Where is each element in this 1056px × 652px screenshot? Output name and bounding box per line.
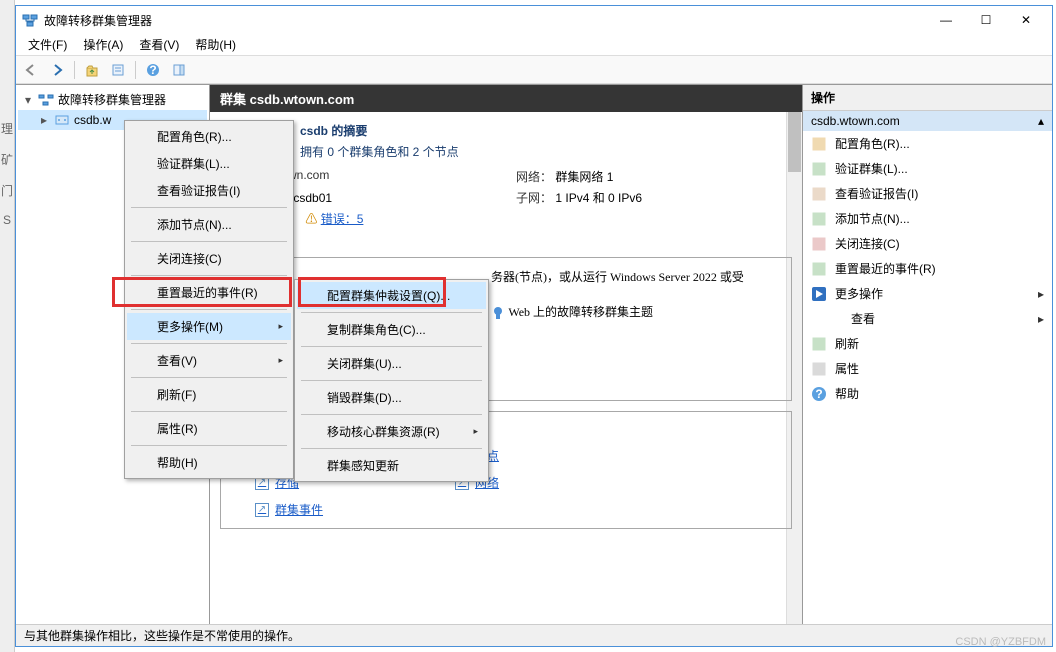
action-icon — [811, 161, 827, 177]
action-icon — [811, 136, 827, 152]
action-icon — [811, 361, 827, 377]
cluster-icon — [54, 112, 70, 128]
app-icon — [22, 12, 38, 28]
action-item[interactable]: 关闭连接(C) — [803, 231, 1052, 256]
details-pane-button[interactable] — [168, 59, 190, 81]
summary-title: csdb 的摘要 — [300, 124, 367, 138]
action-item[interactable]: ?帮助 — [803, 381, 1052, 406]
actions-panel: 操作 csdb.wtown.com ▴ 配置角色(R)...验证群集(L)...… — [802, 85, 1052, 624]
action-item[interactable]: 配置角色(R)... — [803, 131, 1052, 156]
submenu-arrow-icon: ▸ — [278, 355, 283, 366]
action-icon — [811, 186, 827, 202]
actions-header: 操作 — [803, 85, 1052, 111]
submenu-arrow-icon: ▸ — [278, 321, 283, 332]
tree-root[interactable]: ▾ 故障转移群集管理器 — [18, 89, 207, 110]
back-button[interactable] — [20, 59, 42, 81]
menu-action[interactable]: 操作(A) — [75, 34, 131, 55]
action-item[interactable]: 更多操作▸ — [803, 281, 1052, 306]
context-menu-item[interactable]: 更多操作(M)▸ — [127, 313, 291, 340]
svg-text:?: ? — [149, 63, 156, 77]
minimize-button[interactable]: — — [926, 6, 966, 34]
statusbar: 与其他群集操作相比，这些操作是不常使用的操作。 — [16, 624, 1052, 646]
center-header: 群集 csdb.wtown.com — [210, 85, 802, 112]
context-menu-item[interactable]: 验证群集(L)... — [127, 150, 291, 177]
expand-icon[interactable]: ▸ — [38, 113, 50, 127]
context-menu-item[interactable]: 关闭连接(C) — [127, 245, 291, 272]
submenu-arrow-icon: ▸ — [473, 426, 478, 437]
collapse-icon: ▴ — [1038, 114, 1044, 128]
context-menu-main: 配置角色(R)...验证群集(L)...查看验证报告(I) 添加节点(N)... 关… — [124, 120, 294, 479]
arrow-icon: ↗ — [255, 503, 269, 517]
submenu-arrow-icon: ▸ — [1038, 287, 1044, 301]
expand-icon[interactable]: ▾ — [22, 93, 34, 107]
action-item[interactable]: 添加节点(N)... — [803, 206, 1052, 231]
context-menu-item[interactable]: 移动核心群集资源(R)▸ — [297, 418, 486, 445]
svg-text:?: ? — [815, 387, 822, 401]
submenu-arrow-icon: ▸ — [1038, 312, 1044, 326]
action-item[interactable]: 查看▸ — [803, 306, 1052, 331]
titlebar: 故障转移群集管理器 — ☐ ✕ — [16, 6, 1052, 34]
action-item[interactable]: 验证群集(L)... — [803, 156, 1052, 181]
help-button[interactable]: ? — [142, 59, 164, 81]
action-item[interactable]: 属性 — [803, 356, 1052, 381]
action-icon: ? — [811, 386, 827, 402]
up-button[interactable] — [81, 59, 103, 81]
nav-events[interactable]: ↗群集事件 — [255, 501, 455, 518]
web-help-link[interactable]: Web 上的故障转移群集主题 — [508, 305, 653, 319]
action-icon — [811, 211, 827, 227]
events-link[interactable]: 错误：5 — [321, 212, 364, 226]
close-button[interactable]: ✕ — [1006, 6, 1046, 34]
action-item[interactable]: 刷新 — [803, 331, 1052, 356]
context-menu-item[interactable]: 查看验证报告(I) — [127, 177, 291, 204]
context-submenu-more: 配置群集仲裁设置(Q)... 复制群集角色(C)... 关闭群集(U)... 销毁群集… — [294, 279, 489, 482]
context-menu-item[interactable]: 配置群集仲裁设置(Q)... — [297, 282, 486, 309]
action-icon — [811, 336, 827, 352]
context-menu-item[interactable]: 配置角色(R)... — [127, 123, 291, 150]
context-menu-item[interactable]: 群集感知更新 — [297, 452, 486, 479]
context-menu-item[interactable]: 添加节点(N)... — [127, 211, 291, 238]
action-item[interactable]: 重置最近的事件(R) — [803, 256, 1052, 281]
tree-root-label: 故障转移群集管理器 — [58, 91, 166, 108]
action-icon — [811, 286, 827, 302]
action-item[interactable]: 查看验证报告(I) — [803, 181, 1052, 206]
maximize-button[interactable]: ☐ — [966, 6, 1006, 34]
actions-group-header[interactable]: csdb.wtown.com ▴ — [803, 111, 1052, 131]
summary-subtitle: 拥有 0 个群集角色和 2 个节点 — [300, 145, 459, 159]
context-menu-item[interactable]: 复制群集角色(C)... — [297, 316, 486, 343]
menu-file[interactable]: 文件(F) — [20, 34, 75, 55]
context-menu-item[interactable]: 刷新(F) — [127, 381, 291, 408]
cluster-manager-icon — [38, 92, 54, 108]
action-icon — [811, 261, 827, 277]
watermark: CSDN @YZBFDM — [955, 636, 1046, 648]
host-left-edge: 理 矿 门 S — [0, 0, 15, 652]
properties-button[interactable] — [107, 59, 129, 81]
window-title: 故障转移群集管理器 — [44, 12, 926, 29]
context-menu-item[interactable]: 查看(V)▸ — [127, 347, 291, 374]
forward-button[interactable] — [46, 59, 68, 81]
context-menu-item[interactable]: 属性(R) — [127, 415, 291, 442]
context-menu-item[interactable]: 销毁群集(D)... — [297, 384, 486, 411]
tree-cluster-label: csdb.w — [74, 113, 111, 127]
menubar: 文件(F) 操作(A) 查看(V) 帮助(H) — [16, 34, 1052, 56]
menu-view[interactable]: 查看(V) — [131, 34, 187, 55]
toolbar: ? — [16, 56, 1052, 84]
context-menu-item[interactable]: 关闭群集(U)... — [297, 350, 486, 377]
context-menu-item[interactable]: 重置最近的事件(R) — [127, 279, 291, 306]
action-icon — [827, 311, 843, 327]
warning-icon: ⚠ — [305, 212, 317, 226]
menu-help[interactable]: 帮助(H) — [187, 34, 244, 55]
context-menu-item[interactable]: 帮助(H) — [127, 449, 291, 476]
action-icon — [811, 236, 827, 252]
web-icon — [491, 306, 505, 320]
